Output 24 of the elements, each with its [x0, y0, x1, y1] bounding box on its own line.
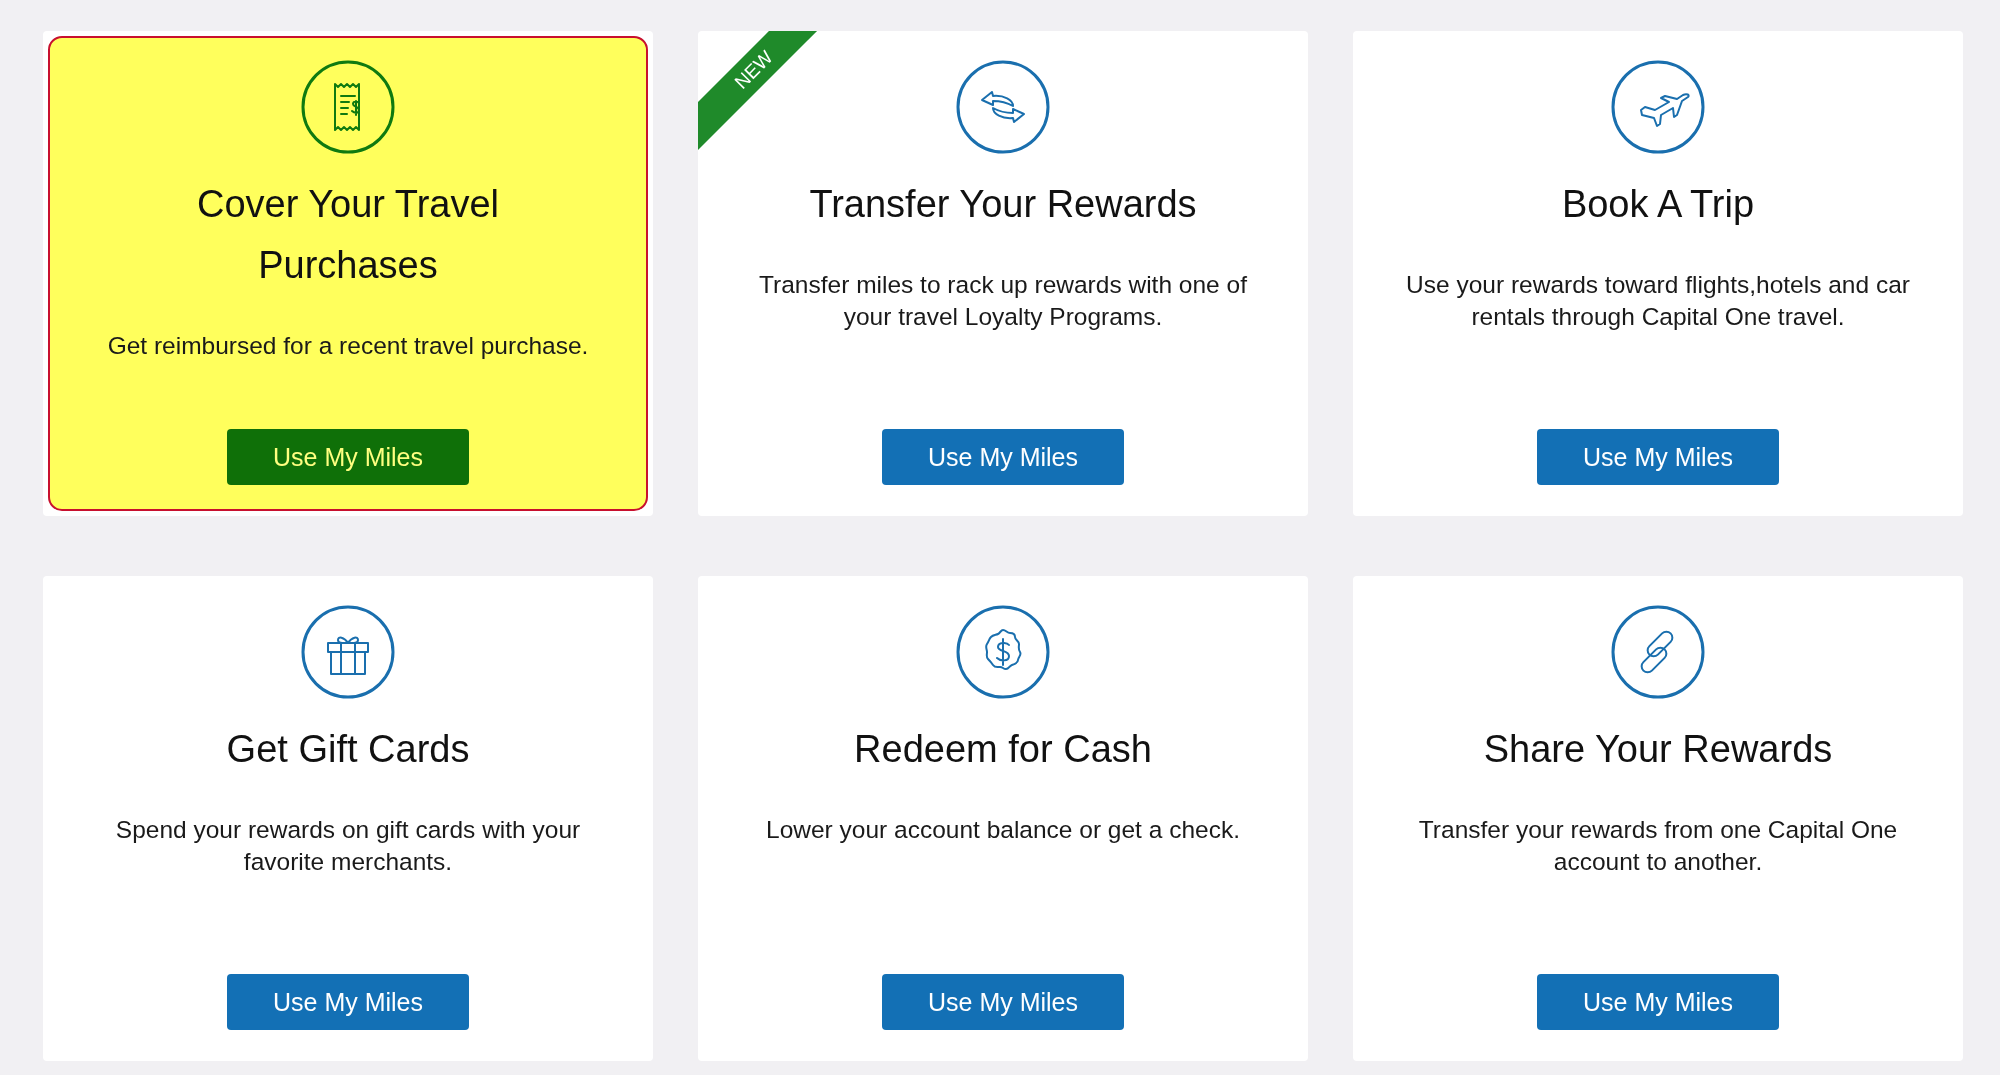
card-description: Transfer your rewards from one Capital One account to another. [1417, 815, 1899, 877]
card-title: Cover Your Travel Purchases [195, 182, 501, 288]
card-description: Get reimbursed for a recent travel purchase. [107, 331, 589, 361]
use-miles-button[interactable]: Use My Miles [227, 429, 469, 485]
card-title: Transfer Your Rewards [809, 182, 1197, 227]
card-description: Spend your rewards on gift cards with your favorite merchants. [114, 815, 582, 877]
use-miles-button[interactable]: Use My Miles [882, 429, 1124, 485]
card-title: Book A Trip [1561, 182, 1755, 227]
card-description: Transfer miles to rack up rewards with one of your travel Loyalty Programs. [758, 270, 1248, 332]
receipt-icon [301, 60, 395, 154]
use-miles-button[interactable]: Use My Miles [1537, 974, 1779, 1030]
card-title: Get Gift Cards [226, 727, 470, 772]
airplane-icon [1611, 60, 1705, 154]
use-miles-button[interactable]: Use My Miles [882, 974, 1124, 1030]
use-miles-button[interactable]: Use My Miles [1537, 429, 1779, 485]
use-miles-button[interactable]: Use My Miles [227, 974, 469, 1030]
card-title: Redeem for Cash [854, 727, 1152, 772]
exchange-arrows-icon [956, 60, 1050, 154]
card-title: Share Your Rewards [1483, 727, 1833, 772]
card-description: Use your rewards toward flights,hotels and car rentals through Capital One travel. [1405, 270, 1911, 332]
gift-icon [301, 605, 395, 699]
card-description: Lower your account balance or get a check. [766, 815, 1240, 845]
dollar-coin-icon [956, 605, 1050, 699]
chain-link-icon [1611, 605, 1705, 699]
